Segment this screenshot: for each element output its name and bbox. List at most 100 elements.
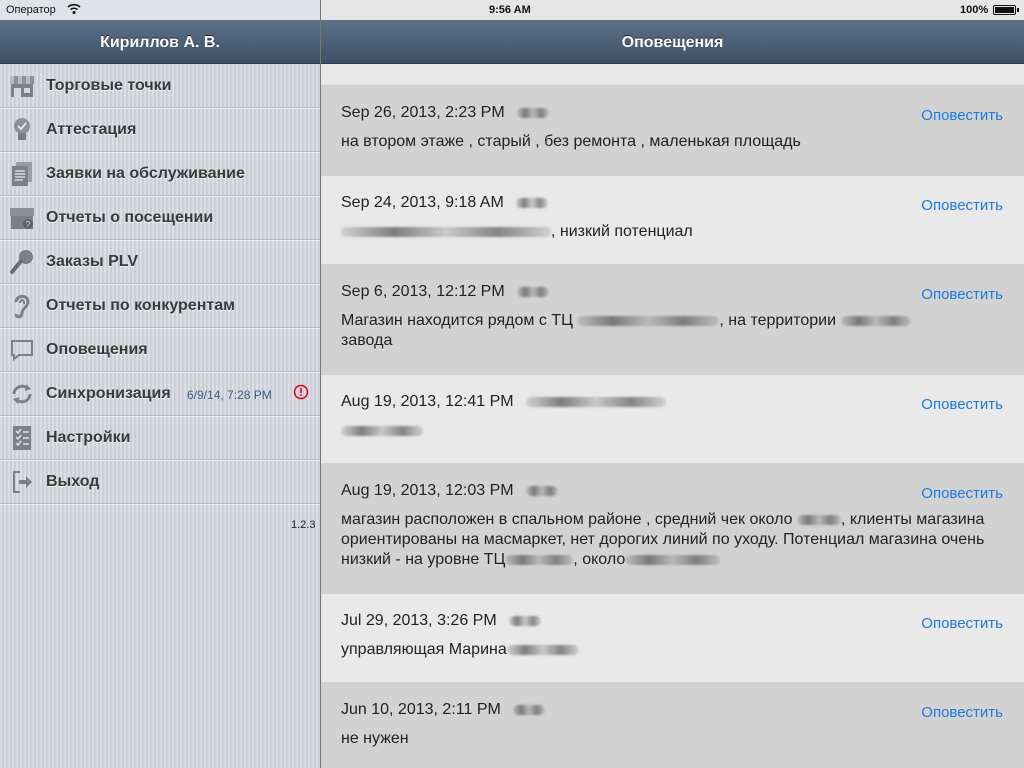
notify-button[interactable]: Оповестить <box>921 615 1003 632</box>
sidebar-item-visit-reports[interactable]: ? Отчеты о посещении <box>0 196 320 240</box>
ear-icon <box>8 293 36 319</box>
split-divider <box>320 0 321 768</box>
sidebar-item-label: Заявки на обслуживание <box>46 165 245 182</box>
notification-date: Sep 24, 2013, 9:18 AM <box>341 194 504 211</box>
notify-button[interactable]: Оповестить <box>921 286 1003 303</box>
sidebar-item-notifications[interactable]: Оповещения <box>0 328 320 372</box>
app-version: 1.2.3 <box>291 519 316 531</box>
notification-date: Sep 26, 2013, 2:23 PM <box>341 104 505 121</box>
notification-text: Магазин находится рядом с ТЦ , на террит… <box>341 311 1004 351</box>
documents-icon <box>8 161 36 187</box>
redacted-author <box>516 197 549 208</box>
notification-text-part: Магазин находится рядом с ТЦ <box>341 312 573 329</box>
redacted-text <box>796 514 841 525</box>
notify-button[interactable]: Оповестить <box>921 197 1003 214</box>
notifications-list[interactable]: Sep 26, 2013, 2:23 PM Оповестить на втор… <box>321 64 1024 768</box>
alert-icon[interactable] <box>293 384 309 405</box>
sidebar-item-stores[interactable]: Торговые точки <box>0 64 320 108</box>
notification-text <box>341 421 1004 441</box>
last-sync-time: 6/9/14, 7:28 PM <box>187 388 272 402</box>
redacted-text <box>577 315 720 326</box>
lightbulb-icon <box>8 117 36 143</box>
list-item[interactable]: Aug 19, 2013, 12:41 PM Оповестить <box>321 374 1024 463</box>
redacted-author <box>517 107 550 118</box>
battery-percentage: 100% <box>960 4 989 16</box>
redacted-author <box>526 396 667 407</box>
notify-button[interactable]: Оповестить <box>921 107 1003 124</box>
notification-text-part: , около <box>573 551 626 568</box>
status-bar-right <box>321 0 1024 20</box>
svg-text:?: ? <box>26 220 31 229</box>
sidebar-item-label: Выход <box>46 473 100 490</box>
sidebar-item-logout[interactable]: Выход <box>0 460 320 504</box>
sidebar-item-label: Синхронизация <box>46 385 171 402</box>
redacted-author <box>517 286 550 297</box>
redacted-author <box>526 485 559 496</box>
notify-button[interactable]: Оповестить <box>921 485 1003 502</box>
sync-icon <box>8 381 36 407</box>
notifications-pane: Оповещения Sep 26, 2013, 2:23 PM Оповест… <box>321 0 1024 768</box>
sidebar-item-label: Отчеты по конкурентам <box>46 297 235 314</box>
notification-date: Jul 29, 2013, 3:26 PM <box>341 612 497 629</box>
list-item[interactable]: Sep 6, 2013, 12:12 PM Оповестить Магазин… <box>321 264 1024 374</box>
sidebar-item-label: Аттестация <box>46 121 137 138</box>
list-item[interactable]: Sep 24, 2013, 9:18 AM Оповестить , низки… <box>321 175 1024 264</box>
notify-button[interactable]: Оповестить <box>921 704 1003 721</box>
sidebar-item-label: Торговые точки <box>46 77 172 94</box>
notification-date: Aug 19, 2013, 12:41 PM <box>341 393 514 410</box>
notification-text-part: , на территории <box>719 312 837 329</box>
main-header: Оповещения <box>321 20 1024 64</box>
wifi-icon <box>67 3 81 18</box>
sidebar-item-label: Заказы PLV <box>46 253 139 270</box>
sidebar-item-attestation[interactable]: Аттестация <box>0 108 320 152</box>
store-icon <box>8 73 36 99</box>
store-report-icon: ? <box>8 205 36 231</box>
notification-text-part: магазин расположен в спальном районе , с… <box>341 511 793 528</box>
notification-text: , низкий потенциал <box>341 222 1004 242</box>
microphone-icon <box>8 249 36 275</box>
sidebar-header: Кириллов А. В. <box>0 20 320 64</box>
list-item[interactable]: Aug 19, 2013, 12:03 PM Оповестить магази… <box>321 463 1024 593</box>
sidebar-item-sync[interactable]: Синхронизация 6/9/14, 7:28 PM <box>0 372 320 416</box>
redacted-text <box>505 554 574 565</box>
notification-text-part: управляющая Марина <box>341 641 507 658</box>
list-item[interactable]: Jun 10, 2013, 2:11 PM Оповестить не нуже… <box>321 682 1024 768</box>
sidebar-item-service-requests[interactable]: Заявки на обслуживание <box>0 152 320 196</box>
notification-text-part: завода <box>341 332 393 349</box>
notification-text: на втором этаже , старый , без ремонта ,… <box>341 133 801 150</box>
redacted-author <box>513 704 546 715</box>
sidebar-item-label: Отчеты о посещении <box>46 209 214 226</box>
sidebar-item-label: Оповещения <box>46 341 148 358</box>
sidebar-item-plv-orders[interactable]: Заказы PLV <box>0 240 320 284</box>
sidebar: Кириллов А. В. Торговые точки Аттестация… <box>0 0 320 768</box>
page-title: Оповещения <box>621 34 724 51</box>
notification-date: Jun 10, 2013, 2:11 PM <box>341 701 501 718</box>
sidebar-menu: Торговые точки Аттестация Заявки на обсл… <box>0 64 320 504</box>
status-time: 9:56 AM <box>489 4 531 16</box>
notification-text-part: , низкий потенциал <box>551 223 693 240</box>
list-item[interactable]: Jul 29, 2013, 3:26 PM Оповестить управля… <box>321 593 1024 682</box>
notification-text: магазин расположен в спальном районе , с… <box>341 510 1004 570</box>
redacted-author <box>509 615 542 626</box>
sidebar-title: Кириллов А. В. <box>100 34 220 51</box>
redacted-text <box>625 554 721 565</box>
notification-date: Aug 19, 2013, 12:03 PM <box>341 482 514 499</box>
sidebar-item-competitor-reports[interactable]: Отчеты по конкурентам <box>0 284 320 328</box>
redacted-text <box>341 425 423 436</box>
list-item[interactable]: Sep 26, 2013, 2:23 PM Оповестить на втор… <box>321 85 1024 175</box>
list-top-spacer <box>321 64 1024 85</box>
chat-bubble-icon <box>8 337 36 363</box>
carrier-name: Оператор <box>6 4 56 16</box>
exit-icon <box>8 469 36 495</box>
redacted-text <box>506 644 579 655</box>
sidebar-item-settings[interactable]: Настройки <box>0 416 320 460</box>
notify-button[interactable]: Оповестить <box>921 396 1003 413</box>
sidebar-item-label: Настройки <box>46 429 131 446</box>
status-bar: Оператор 9:56 AM 100% <box>0 0 1024 20</box>
checklist-icon <box>8 425 36 451</box>
redacted-text <box>341 226 551 237</box>
notification-text: управляющая Марина <box>341 640 1004 660</box>
battery-icon <box>993 5 1019 15</box>
notification-text: не нужен <box>341 730 409 747</box>
redacted-text <box>840 315 911 326</box>
